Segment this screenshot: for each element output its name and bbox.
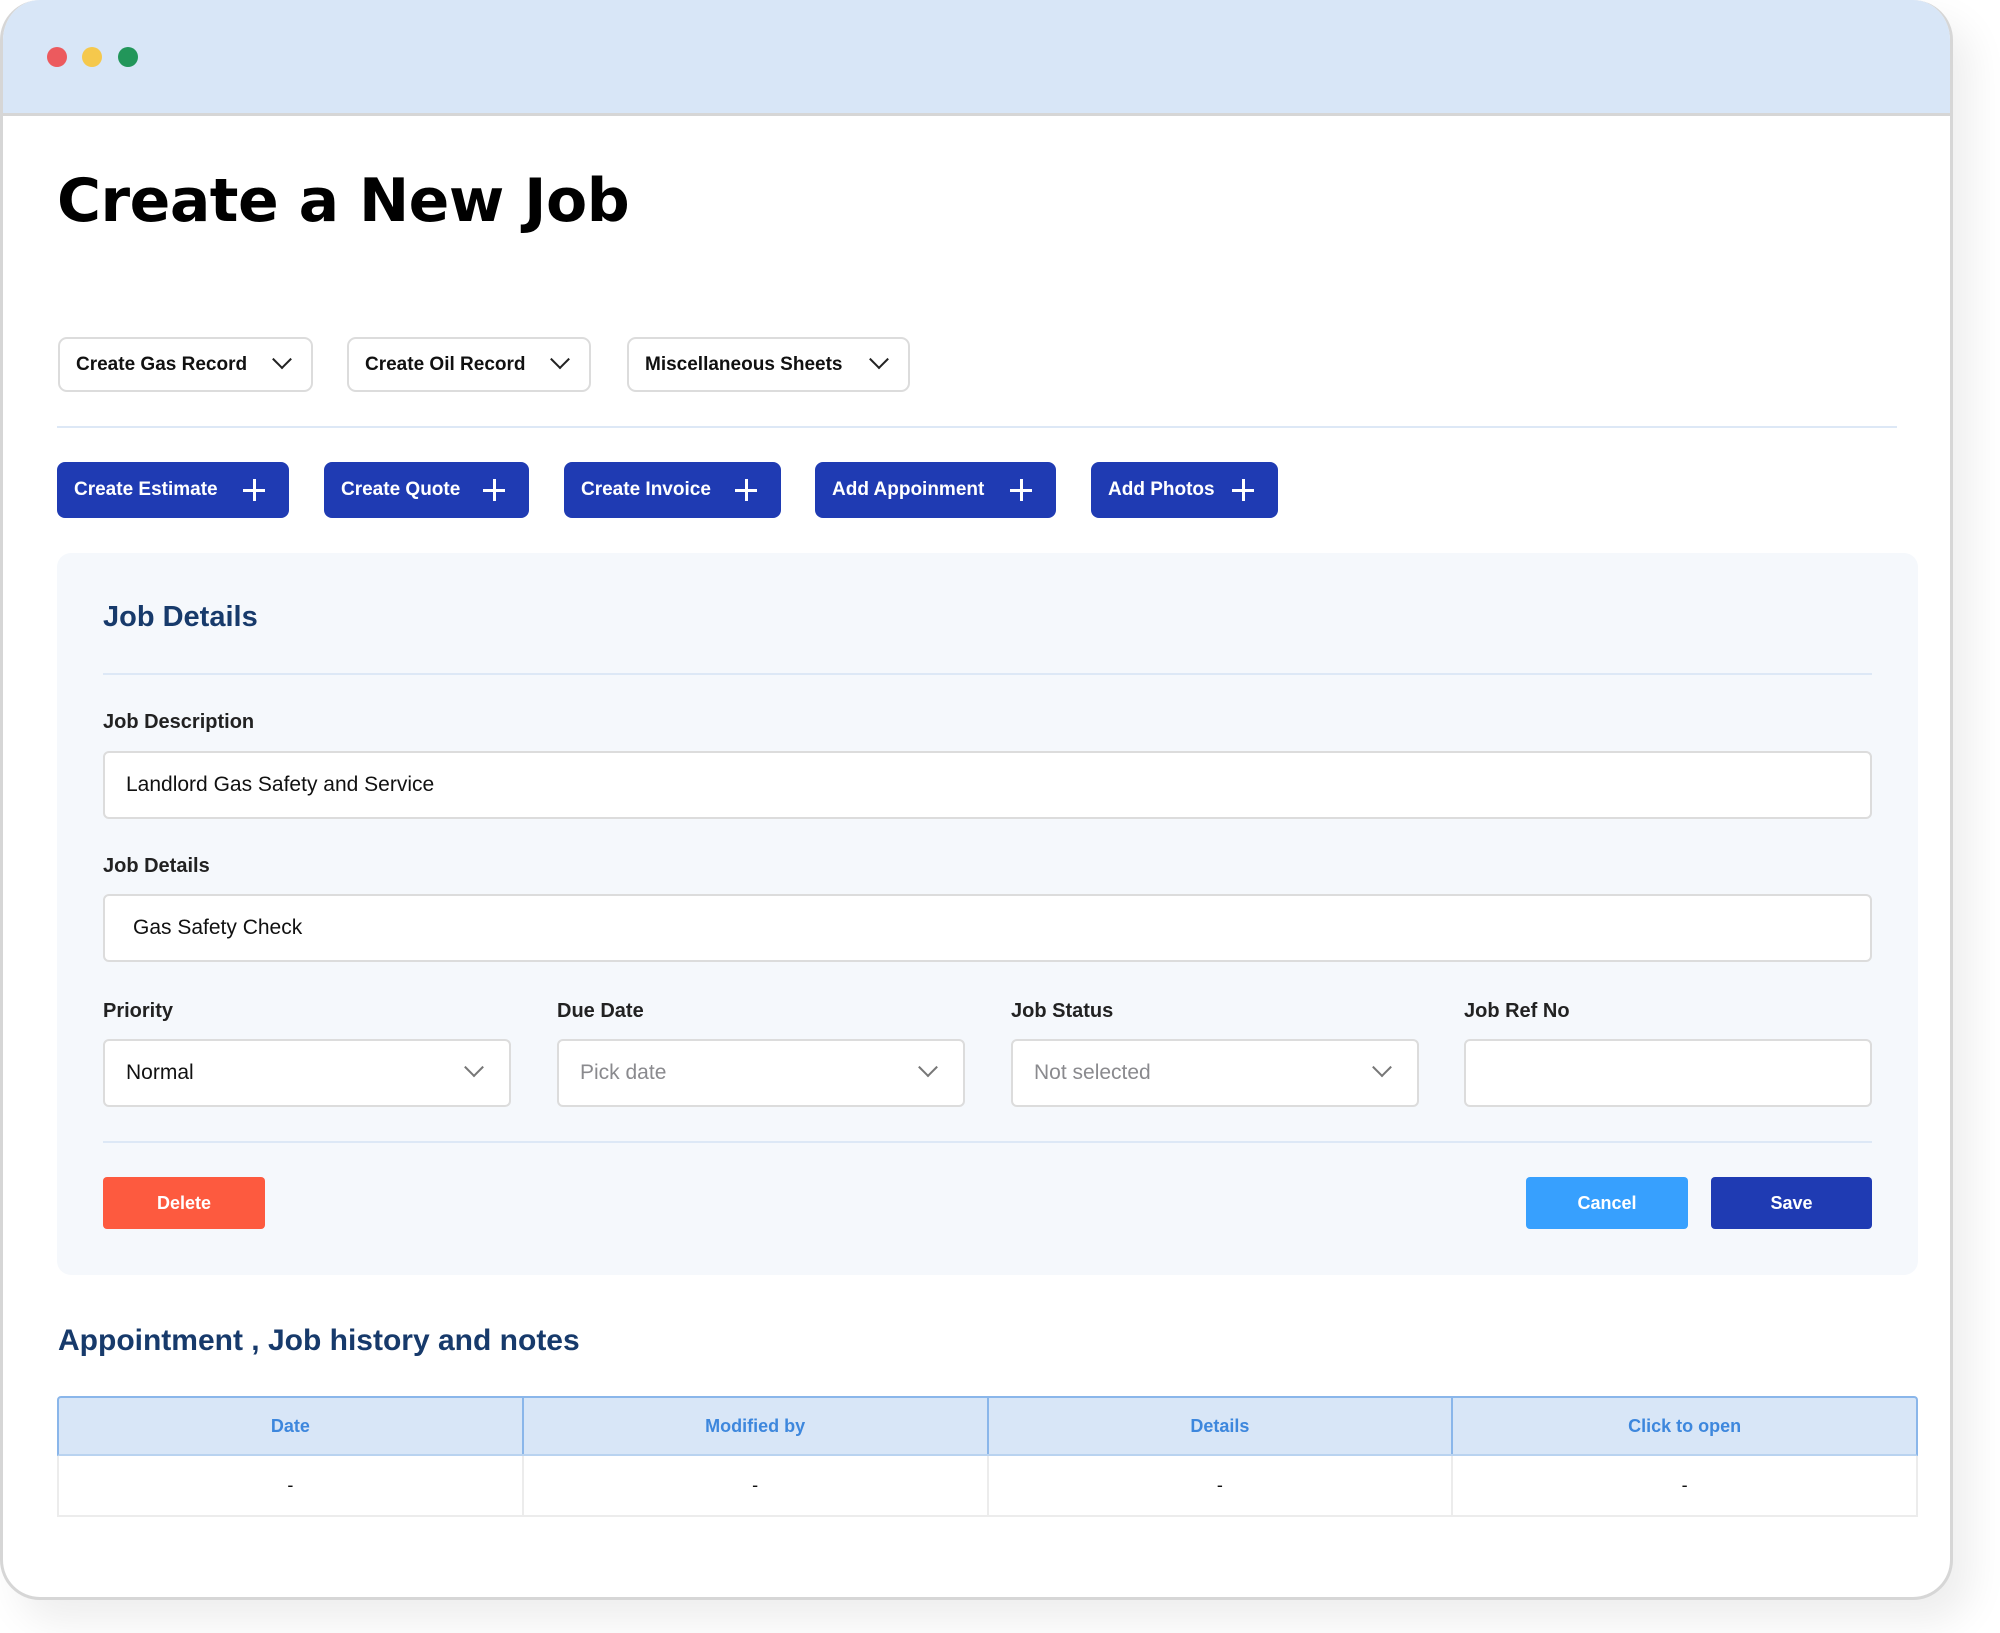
- plus-icon: [735, 479, 757, 501]
- job-description-label: Job Description: [103, 711, 255, 733]
- button-label: Add Photos: [1108, 479, 1215, 500]
- priority-select[interactable]: Normal: [103, 1039, 511, 1107]
- close-window-icon[interactable]: [47, 47, 67, 67]
- job-status-label: Job Status: [1011, 1000, 1114, 1022]
- add-appointment-button[interactable]: Add Appoinment: [815, 462, 1056, 518]
- table-cell: -: [524, 1456, 989, 1515]
- create-oil-record-dropdown[interactable]: Create Oil Record: [347, 337, 591, 392]
- job-description-input[interactable]: [103, 751, 1872, 819]
- divider: [103, 1141, 1872, 1143]
- job-details-heading: Job Details: [103, 601, 258, 633]
- column-header-date[interactable]: Date: [59, 1398, 524, 1454]
- save-button[interactable]: Save: [1711, 1177, 1872, 1229]
- button-label: Create Invoice: [581, 479, 711, 500]
- plus-icon: [1010, 479, 1032, 501]
- table-cell[interactable]: -: [1453, 1456, 1916, 1515]
- column-header-click-to-open[interactable]: Click to open: [1453, 1398, 1916, 1454]
- column-header-modified-by[interactable]: Modified by: [524, 1398, 989, 1454]
- job-details-label: Job Details: [103, 855, 210, 877]
- job-status-select[interactable]: Not selected: [1011, 1039, 1419, 1107]
- create-invoice-button[interactable]: Create Invoice: [564, 462, 781, 518]
- button-label: Create Quote: [341, 479, 461, 500]
- plus-icon: [243, 479, 265, 501]
- button-label: Add Appoinment: [832, 479, 985, 500]
- minimize-window-icon[interactable]: [82, 47, 102, 67]
- dropdown-label: Miscellaneous Sheets: [645, 353, 843, 375]
- divider: [103, 673, 1872, 675]
- create-estimate-button[interactable]: Create Estimate: [57, 462, 289, 518]
- priority-label: Priority: [103, 1000, 174, 1022]
- chevron-down-icon: [272, 348, 292, 369]
- job-status-placeholder: Not selected: [1034, 1061, 1151, 1084]
- add-photos-button[interactable]: Add Photos: [1091, 462, 1278, 518]
- history-heading: Appointment , Job history and notes: [58, 1324, 580, 1357]
- chevron-down-icon: [1372, 1057, 1392, 1078]
- chevron-down-icon: [869, 348, 889, 369]
- cancel-button[interactable]: Cancel: [1526, 1177, 1688, 1229]
- history-table: Date Modified by Details Click to open -…: [57, 1396, 1918, 1517]
- title-bar: [3, 0, 1950, 116]
- dropdown-label: Create Gas Record: [76, 353, 248, 375]
- miscellaneous-sheets-dropdown[interactable]: Miscellaneous Sheets: [627, 337, 910, 392]
- column-header-details[interactable]: Details: [989, 1398, 1454, 1454]
- chevron-down-icon: [550, 348, 570, 369]
- plus-icon: [483, 479, 505, 501]
- page-title: Create a New Job: [57, 166, 630, 236]
- job-ref-no-input[interactable]: [1464, 1039, 1872, 1107]
- delete-button[interactable]: Delete: [103, 1177, 265, 1229]
- maximize-window-icon[interactable]: [118, 47, 138, 67]
- due-date-placeholder: Pick date: [580, 1061, 667, 1084]
- create-gas-record-dropdown[interactable]: Create Gas Record: [58, 337, 313, 392]
- table-cell: -: [59, 1456, 524, 1515]
- chevron-down-icon: [918, 1057, 938, 1078]
- button-label: Create Estimate: [74, 479, 218, 500]
- due-date-label: Due Date: [557, 1000, 644, 1022]
- create-quote-button[interactable]: Create Quote: [324, 462, 529, 518]
- priority-value: Normal: [126, 1061, 194, 1084]
- table-header: Date Modified by Details Click to open: [57, 1396, 1918, 1456]
- table-row[interactable]: - - - -: [57, 1456, 1918, 1517]
- job-details-input[interactable]: [103, 894, 1872, 962]
- chevron-down-icon: [464, 1057, 484, 1078]
- due-date-picker[interactable]: Pick date: [557, 1039, 965, 1107]
- divider: [57, 426, 1897, 428]
- job-ref-no-label: Job Ref No: [1464, 1000, 1570, 1022]
- dropdown-label: Create Oil Record: [365, 353, 526, 375]
- plus-icon: [1232, 479, 1254, 501]
- table-cell: -: [989, 1456, 1454, 1515]
